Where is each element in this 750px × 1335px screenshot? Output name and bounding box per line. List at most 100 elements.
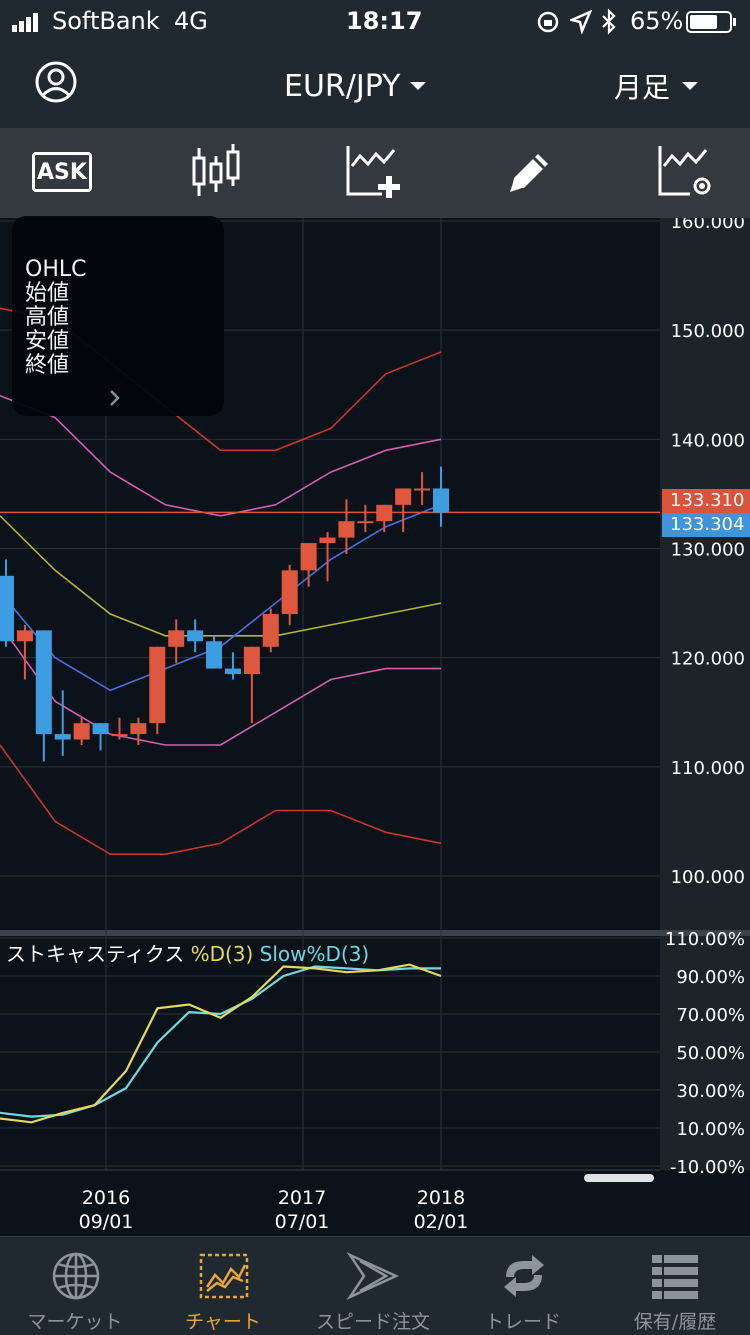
candle-down (54, 734, 71, 740)
chevron-down-icon (682, 82, 699, 90)
date-md: 09/01 (78, 1211, 134, 1233)
stoch-d-line (0, 963, 442, 1124)
user-icon[interactable] (34, 60, 78, 104)
price-tick-label: 150.000 (671, 321, 745, 342)
history-icon (652, 1255, 698, 1299)
tab-trade[interactable]: トレード (448, 1237, 598, 1335)
carrier-label: SoftBank (52, 7, 160, 35)
candle-up (149, 646, 166, 724)
period-label: 月足 (614, 71, 671, 104)
header-bar: EUR/JPY 月足 (0, 44, 750, 128)
stoch-tick-label: 10.00% (676, 1119, 745, 1140)
date-md: 07/01 (274, 1211, 330, 1233)
candle-up (338, 521, 355, 538)
chevron-right-icon[interactable] (108, 388, 122, 408)
period-selector[interactable]: 月足 (614, 66, 700, 106)
battery-label: 65% (630, 7, 684, 35)
tab-speed-order-label: スピード注文 (315, 1311, 430, 1333)
date-year: 2018 (416, 1187, 466, 1209)
candle-up (111, 734, 128, 737)
stoch-tick-label: 50.00% (676, 1043, 745, 1064)
candle-down (187, 630, 204, 642)
ohlc-panel[interactable]: OHLC 始値 高値 安値 終値 (12, 216, 224, 416)
tab-chart-label: チャート (185, 1311, 261, 1333)
candle-up (357, 521, 374, 524)
ask-price-tag: 133.310 (662, 489, 750, 513)
ask-label: ASK (37, 159, 87, 185)
stoch-tick-label: 70.00% (676, 1005, 745, 1026)
tab-speed-order[interactable]: スピード注文 (298, 1237, 448, 1335)
candle-up (130, 723, 147, 735)
stoch-tick-label: 110.00% (665, 929, 745, 950)
candle-down (92, 723, 109, 735)
band-outer-lower (0, 744, 442, 856)
status-bar: SoftBank 4G 18:17 65% (0, 0, 750, 44)
network-label: 4G (174, 7, 208, 35)
price-tick-label: 120.000 (671, 649, 745, 670)
stoch-tick-label: 90.00% (676, 967, 745, 988)
open-label: 始値 (25, 281, 70, 306)
candle-down (35, 630, 52, 735)
tab-history[interactable]: 保有/履歴 (600, 1237, 750, 1335)
candle-up (300, 543, 317, 571)
tab-market-label: マーケット (27, 1311, 123, 1333)
candle-up (414, 488, 431, 491)
price-tick-label: 130.000 (671, 540, 745, 561)
candle-up (168, 630, 185, 647)
tab-history-label: 保有/履歴 (633, 1311, 717, 1333)
trade-icon (504, 1255, 544, 1297)
pair-label: EUR/JPY (284, 68, 401, 104)
battery-icon (686, 11, 736, 33)
ohlc-title: OHLC (25, 257, 87, 282)
stoch-tick-label: 30.00% (676, 1081, 745, 1102)
date-label-3: 2018 02/01 (381, 1186, 501, 1234)
candle-down (206, 641, 223, 669)
add-indicator-icon[interactable] (344, 144, 404, 200)
date-year: 2016 (81, 1187, 131, 1209)
tab-market[interactable]: マーケット (0, 1237, 150, 1335)
bluetooth-icon (602, 8, 616, 35)
date-label-1: 2016 09/01 (46, 1186, 166, 1234)
price-tick-label: 140.000 (671, 430, 745, 451)
ask-button[interactable]: ASK (32, 152, 92, 192)
candle-down (0, 575, 14, 642)
candle-up (376, 504, 393, 522)
orientation-lock-icon (537, 11, 559, 33)
stoch-slowd-line (0, 965, 441, 1118)
clock-label: 18:17 (346, 7, 423, 35)
candle-down (224, 668, 241, 675)
price-tick-label: 110.000 (671, 758, 745, 779)
bid-price-tag: 133.304 (662, 513, 750, 537)
low-label: 安値 (25, 329, 70, 354)
candle-up (243, 646, 260, 675)
speed-order-icon (346, 1252, 400, 1300)
stoch-legend: ストキャスティクス %D(3) Slow%D(3) (6, 938, 369, 967)
high-label: 高値 (25, 305, 70, 330)
tab-trade-label: トレード (484, 1311, 561, 1333)
candlestick-icon[interactable] (190, 142, 242, 202)
pencil-icon[interactable] (506, 148, 554, 196)
candle-up (395, 488, 412, 505)
date-label-2: 2017 07/01 (242, 1186, 362, 1234)
scroll-indicator[interactable] (584, 1174, 654, 1182)
date-md: 02/01 (413, 1211, 469, 1233)
tab-bar: マーケット チャート スピード注文 トレード 保有/履歴 (0, 1236, 750, 1335)
candle-down (433, 488, 449, 513)
candle-up (281, 570, 298, 614)
price-tick-label: 160.000 (671, 218, 745, 233)
stoch-title: ストキャスティクス (6, 942, 185, 966)
price-tick-label: 100.000 (671, 867, 745, 888)
stoch-tick-label: -10.00% (670, 1157, 745, 1178)
indicator-settings-icon[interactable] (656, 144, 716, 200)
candle-up (262, 614, 279, 647)
panel-divider (0, 930, 750, 936)
chevron-down-icon (410, 82, 427, 90)
pair-selector[interactable]: EUR/JPY (284, 66, 428, 106)
location-icon (570, 10, 592, 34)
date-year: 2017 (277, 1187, 327, 1209)
close-label: 終値 (25, 353, 70, 378)
stoch-d-label: %D(3) (190, 942, 254, 966)
candle-up (319, 537, 336, 544)
chart-toolbar: ASK (0, 128, 750, 218)
tab-chart[interactable]: チャート (148, 1237, 298, 1335)
